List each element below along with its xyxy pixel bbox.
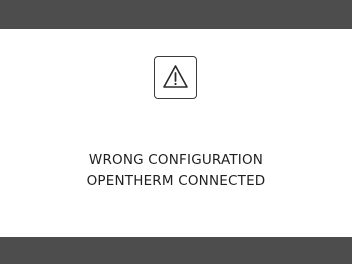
warning-icon-box	[154, 56, 197, 99]
error-message-line-2: OPENTHERM CONNECTED	[86, 173, 266, 189]
error-message-line-1: WRONG CONFIGURATION	[88, 152, 264, 168]
top-status-bar	[0, 0, 352, 29]
error-message: WRONG CONFIGURATION OPENTHERM CONNECTED	[0, 150, 352, 192]
warning-triangle-icon	[163, 65, 188, 88]
error-screen: WRONG CONFIGURATION OPENTHERM CONNECTED	[0, 0, 352, 264]
bottom-bar	[0, 237, 352, 264]
